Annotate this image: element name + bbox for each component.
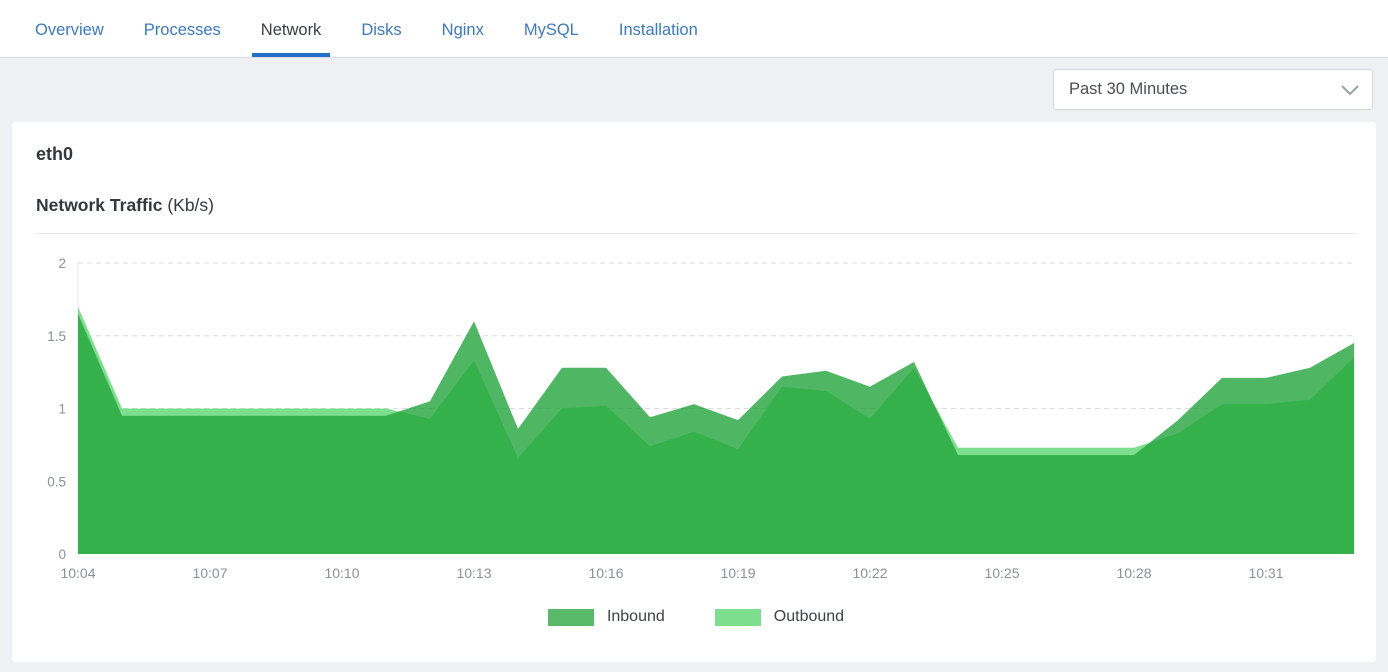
svg-text:1.5: 1.5 bbox=[47, 329, 66, 344]
legend-item-inbound: Inbound bbox=[548, 608, 665, 626]
legend-swatch-outbound bbox=[715, 609, 761, 626]
svg-text:10:22: 10:22 bbox=[852, 565, 887, 581]
svg-text:10:28: 10:28 bbox=[1116, 565, 1151, 581]
toolbar-band: Past 30 Minutes bbox=[0, 59, 1388, 122]
tab-overview[interactable]: Overview bbox=[26, 0, 113, 57]
svg-text:0.5: 0.5 bbox=[47, 474, 66, 489]
svg-text:10:13: 10:13 bbox=[456, 565, 491, 581]
svg-text:10:07: 10:07 bbox=[192, 565, 227, 581]
chart-legend: Inbound Outbound bbox=[36, 608, 1356, 626]
tab-nginx[interactable]: Nginx bbox=[433, 0, 493, 57]
tab-disks[interactable]: Disks bbox=[352, 0, 410, 57]
svg-text:1: 1 bbox=[58, 402, 66, 417]
time-range-value: Past 30 Minutes bbox=[1069, 80, 1187, 98]
network-traffic-chart: 00.511.5210:0410:0710:1010:1310:1610:191… bbox=[36, 234, 1356, 586]
area-inbound bbox=[78, 314, 1354, 554]
chevron-down-icon bbox=[1341, 84, 1359, 96]
svg-text:2: 2 bbox=[58, 256, 66, 271]
svg-text:10:19: 10:19 bbox=[720, 565, 755, 581]
legend-label-inbound: Inbound bbox=[607, 608, 665, 626]
svg-text:10:10: 10:10 bbox=[324, 565, 359, 581]
legend-item-outbound: Outbound bbox=[715, 608, 844, 626]
legend-label-outbound: Outbound bbox=[774, 608, 844, 626]
legend-swatch-inbound bbox=[548, 609, 594, 626]
network-interface-card: eth0 Network Traffic (Kb/s) 0 0.5 1 1.5 2 10:… bbox=[12, 122, 1376, 662]
interface-title: eth0 bbox=[36, 122, 1356, 165]
x-axis-labels: 10:04 10:07 10:10 10:13 10:16 10:19 10:22 10:25… bbox=[60, 565, 1283, 581]
tab-processes[interactable]: Processes bbox=[135, 0, 230, 57]
tab-bar: Overview Processes Network Disks Nginx MySQL I… bbox=[0, 0, 1388, 58]
chart-title-units: (Kb/s) bbox=[167, 195, 214, 215]
network-monitoring-page: { "tabs": { "items": [ { "label": "Overv… bbox=[0, 0, 1388, 672]
time-range-select[interactable]: Past 30 Minutes bbox=[1053, 69, 1373, 110]
tab-mysql[interactable]: MySQL bbox=[515, 0, 588, 57]
svg-text:0: 0 bbox=[58, 547, 66, 562]
svg-text:10:16: 10:16 bbox=[588, 565, 623, 581]
svg-text:10:04: 10:04 bbox=[60, 565, 95, 581]
svg-text:10:25: 10:25 bbox=[984, 565, 1019, 581]
tab-installation[interactable]: Installation bbox=[610, 0, 707, 57]
tab-network[interactable]: Network bbox=[252, 0, 331, 57]
chart-title-text: Network Traffic bbox=[36, 195, 162, 215]
y-axis-labels: 0 0.5 1 1.5 2 bbox=[47, 256, 66, 562]
svg-text:10:31: 10:31 bbox=[1248, 565, 1283, 581]
chart-title: Network Traffic (Kb/s) bbox=[36, 195, 1356, 216]
